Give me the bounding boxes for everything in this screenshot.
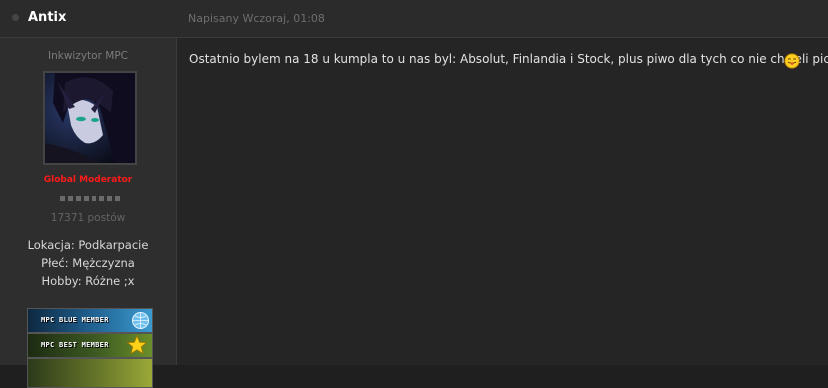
author-profile-panel: Inkwizytor MPC Global Moderator 17371 po… (0, 38, 177, 388)
rank-pip (115, 196, 120, 201)
profile-gender: Płeć: Mężczyzna (41, 256, 135, 270)
avatar-image (45, 73, 135, 163)
rank-pip (99, 196, 105, 201)
badge-label: MPC BLUE MEMBER (41, 316, 109, 324)
tongue-out-smiley-icon (784, 53, 800, 69)
rank-pip (60, 196, 65, 201)
avatar[interactable] (43, 71, 137, 165)
badge-mpc-blue-member: MPC BLUE MEMBER (27, 308, 153, 333)
user-group: Global Moderator (43, 175, 133, 185)
rank-pip (75, 196, 81, 201)
badge-image (27, 358, 153, 388)
profile-location: Lokacja: Podkarpacie (27, 238, 149, 252)
post-header: Antix Napisany Wczoraj, 01:08 (0, 0, 828, 38)
rank-pip (91, 196, 97, 201)
badge-label: MPC BEST MEMBER (41, 341, 109, 349)
post-author-name[interactable]: Antix (28, 10, 66, 25)
star-icon (127, 335, 147, 355)
profile-info: Lokacja: Podkarpacie Płeć: Mężczyzna Hob… (0, 236, 176, 290)
post-message: Ostatnio bylem na 18 u kumpla to u nas b… (189, 52, 828, 66)
globe-icon (132, 312, 149, 329)
post-content-area (177, 38, 828, 365)
online-status-icon (12, 14, 19, 21)
rank-pips (60, 196, 120, 202)
post-date: Napisany Wczoraj, 01:08 (188, 12, 325, 25)
profile-hobby: Hobby: Różne ;x (41, 274, 135, 288)
badge-mpc-best-member: MPC BEST MEMBER (27, 333, 153, 358)
rank-pip (107, 196, 113, 201)
rank-pip (67, 196, 73, 201)
rank-pip (83, 196, 89, 201)
rank-title: Inkwizytor MPC (48, 50, 128, 62)
post-count: 17371 postów (50, 212, 126, 224)
